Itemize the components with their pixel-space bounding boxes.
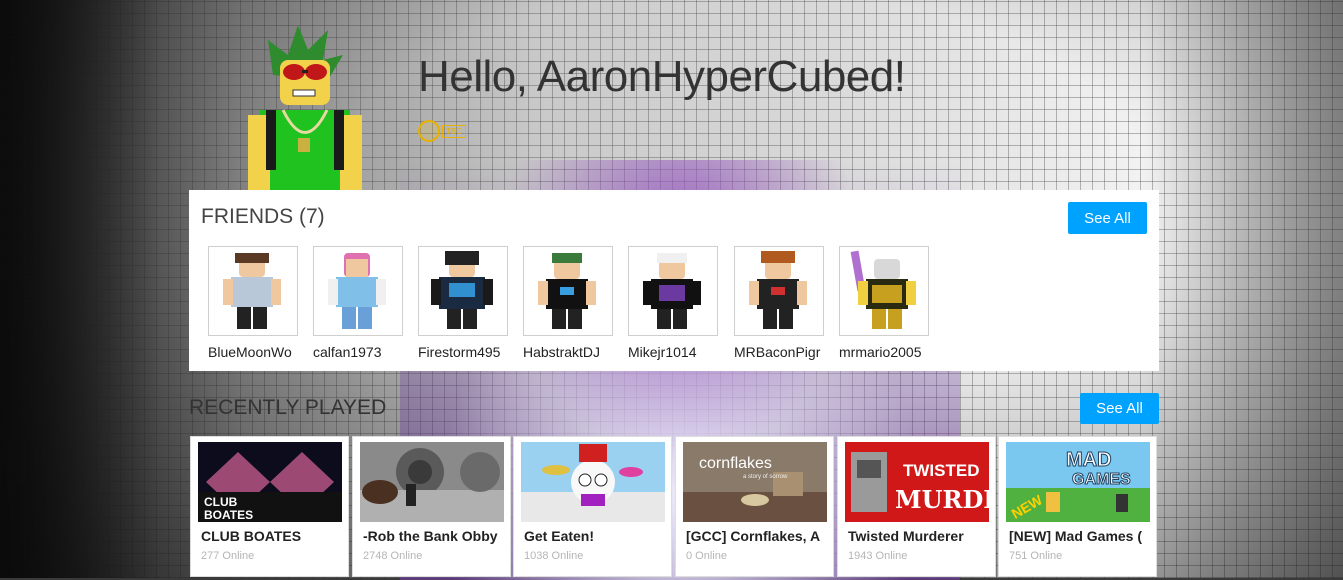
friend-item[interactable]: mrmario2005 — [839, 246, 931, 360]
game-card[interactable]: Get Eaten! 1038 Online — [513, 436, 672, 577]
builders-club-hard-hat-icon — [418, 120, 440, 142]
svg-text:TWISTED: TWISTED — [903, 461, 980, 480]
friend-item[interactable]: Mikejr1014 — [628, 246, 720, 360]
friend-name[interactable]: Mikejr1014 — [628, 344, 718, 360]
game-online-count: 751 Online — [1009, 550, 1063, 562]
game-online-count: 2748 Online — [363, 550, 423, 562]
friend-avatar[interactable] — [313, 246, 403, 336]
background-shadow — [0, 0, 160, 578]
game-card[interactable]: CLUB BOATES CLUB BOATES 277 Online — [190, 436, 349, 577]
game-name[interactable]: Get Eaten! — [524, 528, 664, 544]
friend-avatar[interactable] — [208, 246, 298, 336]
game-name[interactable]: [NEW] Mad Games ( — [1009, 528, 1149, 544]
friend-avatar[interactable] — [523, 246, 613, 336]
friend-item[interactable]: MRBaconPigr — [734, 246, 826, 360]
game-name[interactable]: [GCC] Cornflakes, A — [686, 528, 826, 544]
svg-text:CLUB: CLUB — [204, 495, 238, 509]
game-card[interactable]: cornflakes a story of sorrow [GCC] Cornfl… — [675, 436, 834, 577]
page-greeting: Hello, AaronHyperCubed! — [418, 52, 906, 101]
svg-text:cornflakes: cornflakes — [699, 455, 772, 472]
game-thumbnail[interactable]: TWISTED MURDER — [845, 442, 989, 522]
game-thumbnail[interactable] — [360, 442, 504, 522]
membership-badge[interactable]: TBC — [418, 120, 466, 142]
friend-name[interactable]: Firestorm495 — [418, 344, 508, 360]
friend-name[interactable]: HabstraktDJ — [523, 344, 613, 360]
friend-item[interactable]: BlueMoonWo — [208, 246, 300, 360]
game-thumbnail[interactable]: CLUB BOATES — [198, 442, 342, 522]
friend-item[interactable]: HabstraktDJ — [523, 246, 615, 360]
friend-item[interactable]: Firestorm495 — [418, 246, 510, 360]
game-name[interactable]: Twisted Murderer — [848, 528, 988, 544]
game-online-count: 1943 Online — [848, 550, 908, 562]
game-thumbnail[interactable]: MAD GAMES NEW — [1006, 442, 1150, 522]
game-online-count: 1038 Online — [524, 550, 584, 562]
game-card[interactable]: -Rob the Bank Obby 2748 Online — [352, 436, 511, 577]
game-card[interactable]: TWISTED MURDER Twisted Murderer 1943 Onli… — [837, 436, 996, 577]
svg-text:BOATES: BOATES — [204, 508, 253, 522]
recently-played-title: RECENTLY PLAYED — [189, 396, 387, 419]
friend-item[interactable]: calfan1973 — [313, 246, 405, 360]
game-online-count: 0 Online — [686, 550, 727, 562]
game-thumbnail[interactable] — [521, 442, 665, 522]
game-card[interactable]: MAD GAMES NEW [NEW] Mad Games ( 751 Online — [998, 436, 1157, 577]
friend-name[interactable]: mrmario2005 — [839, 344, 929, 360]
friends-panel: FRIENDS (7) See All BlueMoonWo calfan197… — [189, 190, 1159, 371]
recently-played-see-all-button[interactable]: See All — [1080, 393, 1159, 424]
badge-label: TBC — [442, 124, 466, 138]
svg-text:a story of sorrow: a story of sorrow — [743, 474, 788, 480]
friends-title: FRIENDS (7) — [201, 205, 325, 228]
friend-name[interactable]: calfan1973 — [313, 344, 403, 360]
friends-see-all-button[interactable]: See All — [1068, 202, 1147, 234]
svg-text:MAD: MAD — [1066, 449, 1112, 471]
friend-avatar[interactable] — [734, 246, 824, 336]
friend-name[interactable]: MRBaconPigr — [734, 344, 824, 360]
game-name[interactable]: CLUB BOATES — [201, 528, 341, 544]
svg-text:GAMES: GAMES — [1072, 471, 1131, 488]
game-name[interactable]: -Rob the Bank Obby — [363, 528, 503, 544]
friend-avatar[interactable] — [628, 246, 718, 336]
friend-avatar[interactable] — [418, 246, 508, 336]
friend-avatar[interactable] — [839, 246, 929, 336]
game-thumbnail[interactable]: cornflakes a story of sorrow — [683, 442, 827, 522]
svg-text:MURDER: MURDER — [895, 485, 989, 514]
user-avatar[interactable] — [228, 20, 378, 190]
friend-name[interactable]: BlueMoonWo — [208, 344, 298, 360]
game-online-count: 277 Online — [201, 550, 255, 562]
